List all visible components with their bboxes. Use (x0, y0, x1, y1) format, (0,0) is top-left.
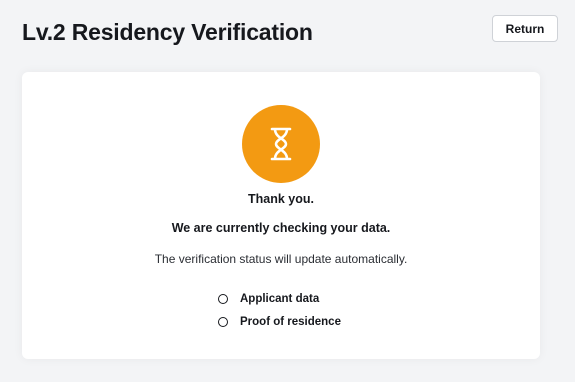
thank-you-message: Thank you. (248, 192, 314, 206)
hourglass-icon (242, 105, 320, 183)
checklist-item-applicant-data: Applicant data (218, 287, 341, 310)
checklist-item-label: Applicant data (240, 292, 320, 305)
page-title: Lv.2 Residency Verification (22, 19, 313, 45)
radio-circle-icon (218, 316, 228, 327)
verification-status-card: Thank you. We are currently checking you… (22, 72, 540, 359)
radio-circle-icon (218, 293, 228, 304)
page: Lv.2 Residency Verification Return Thank… (0, 0, 575, 382)
checklist-item-proof-of-residence: Proof of residence (218, 310, 341, 333)
checking-message: We are currently checking your data. (171, 221, 391, 235)
verification-checklist: Applicant data Proof of residence (218, 287, 341, 333)
return-button[interactable]: Return (492, 15, 558, 42)
checklist-item-label: Proof of residence (240, 315, 341, 328)
auto-update-message: The verification status will update auto… (154, 252, 408, 266)
